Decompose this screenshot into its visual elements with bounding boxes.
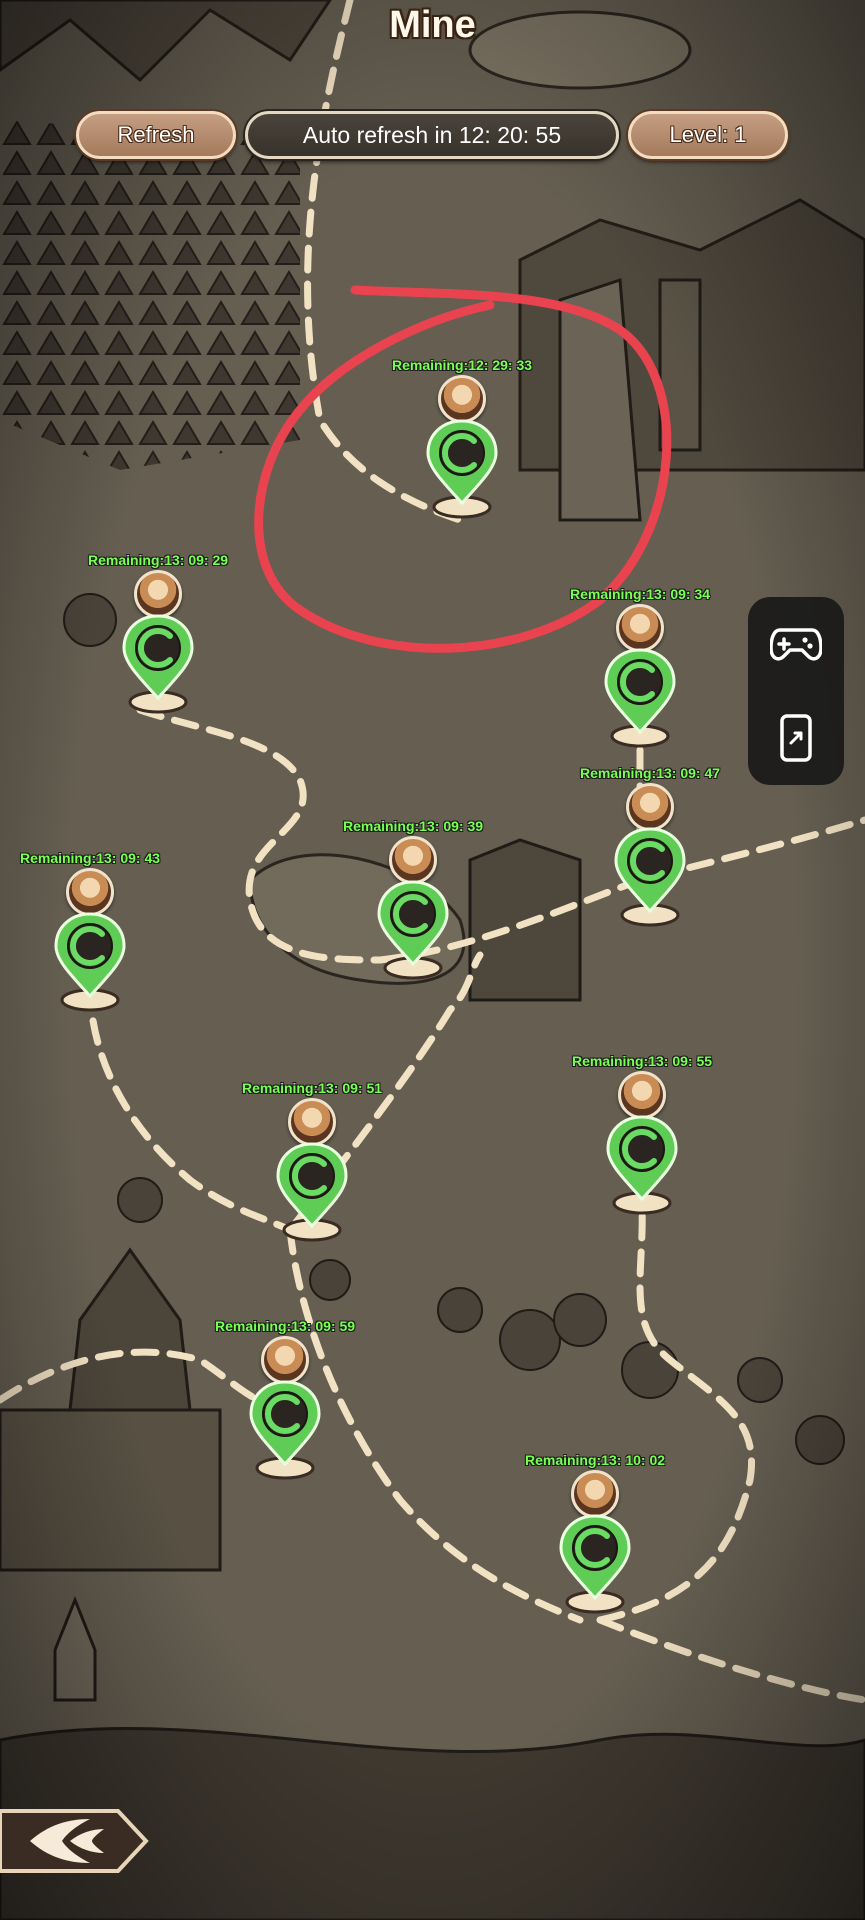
map-pin-marker[interactable] [602, 1115, 682, 1215]
remaining-timer: Remaining:13: 09: 34 [569, 586, 711, 602]
map-pin-marker[interactable] [272, 1142, 352, 1242]
page-title: Mine [389, 4, 476, 46]
map-pin-marker[interactable] [422, 419, 502, 519]
map-pin-marker[interactable] [373, 880, 453, 980]
mine-node[interactable]: Remaining:13: 09: 51 [227, 1080, 397, 1270]
remaining-timer: Remaining:13: 09: 51 [241, 1080, 383, 1096]
remaining-timer: Remaining:13: 09: 47 [579, 765, 721, 781]
mine-node[interactable]: Remaining:13: 09: 29 [73, 552, 243, 742]
map-pin-marker[interactable] [610, 827, 690, 927]
auto-refresh-timer: Auto refresh in 12: 20: 55 [245, 111, 619, 159]
level-indicator: Level: 1 [628, 111, 788, 159]
hero-avatar[interactable] [134, 570, 182, 618]
remaining-timer: Remaining:13: 09: 55 [571, 1053, 713, 1069]
remaining-timer: Remaining:12: 29: 33 [391, 357, 533, 373]
gamepad-icon[interactable] [748, 597, 844, 691]
mine-node[interactable]: Remaining:13: 09: 43 [5, 850, 175, 1040]
remaining-timer: Remaining:13: 09: 29 [87, 552, 229, 568]
back-button[interactable] [0, 1805, 150, 1877]
back-arrow-icon [0, 1809, 149, 1873]
mine-node[interactable]: Remaining:13: 09: 39 [328, 818, 498, 1008]
map-pin-marker[interactable] [245, 1380, 325, 1480]
hero-avatar[interactable] [438, 375, 486, 423]
mine-node[interactable]: Remaining:13: 09: 34 [555, 586, 725, 776]
map-pin-marker[interactable] [600, 648, 680, 748]
mine-node[interactable]: Remaining:13: 10: 02 [510, 1452, 680, 1642]
remaining-timer: Remaining:13: 10: 02 [524, 1452, 666, 1468]
hero-avatar[interactable] [261, 1336, 309, 1384]
hero-avatar[interactable] [571, 1470, 619, 1518]
map-pin-marker[interactable] [118, 614, 198, 714]
mine-node[interactable]: Remaining:12: 29: 33 [377, 357, 547, 547]
hero-avatar[interactable] [66, 868, 114, 916]
hero-avatar[interactable] [626, 783, 674, 831]
hero-avatar[interactable] [616, 604, 664, 652]
side-panel [748, 597, 844, 785]
mine-node[interactable]: Remaining:13: 09: 55 [557, 1053, 727, 1243]
hero-avatar[interactable] [618, 1071, 666, 1119]
remaining-timer: Remaining:13: 09: 39 [342, 818, 484, 834]
hero-avatar[interactable] [389, 836, 437, 884]
mine-node[interactable]: Remaining:13: 09: 47 [565, 765, 735, 955]
map-pin-marker[interactable] [50, 912, 130, 1012]
hero-avatar[interactable] [288, 1098, 336, 1146]
mine-node[interactable]: Remaining:13: 09: 59 [200, 1318, 370, 1508]
map-pin-marker[interactable] [555, 1514, 635, 1614]
refresh-button[interactable]: Refresh [76, 111, 236, 159]
remaining-timer: Remaining:13: 09: 59 [214, 1318, 356, 1334]
phone-rotate-icon[interactable] [748, 691, 844, 785]
remaining-timer: Remaining:13: 09: 43 [19, 850, 161, 866]
